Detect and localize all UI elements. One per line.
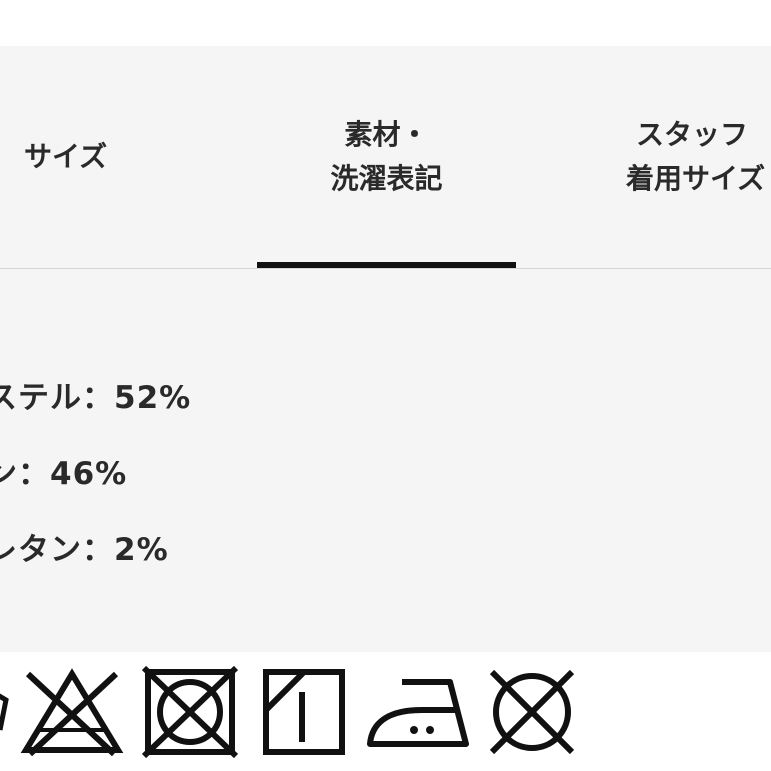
tab-staff-label-line1: スタッフ	[636, 118, 749, 151]
tab-staff-size[interactable]: スタッフ 着用サイズ	[608, 46, 771, 268]
tab-material-label-line1: 素材・	[344, 118, 429, 151]
material-item: ン：46%	[0, 456, 128, 492]
line-dry-icon	[258, 664, 350, 760]
care-icons-row	[0, 658, 771, 771]
material-item: ステル：52%	[0, 380, 192, 416]
tab-material-care[interactable]: 素材・ 洗濯表記	[257, 46, 516, 268]
tab-bar: サイズ 素材・ 洗濯表記 スタッフ 着用サイズ	[0, 46, 771, 269]
tab-size-label: サイズ	[24, 140, 108, 173]
tab-size[interactable]: サイズ	[0, 46, 140, 268]
material-item: レタン：2%	[0, 532, 169, 568]
tumble-dry-prohibited-icon	[140, 664, 240, 760]
care-icon-partial	[0, 680, 10, 740]
active-tab-indicator	[257, 262, 516, 268]
dry-clean-prohibited-icon	[482, 666, 582, 758]
tab-material-label-line2: 洗濯表記	[330, 162, 443, 195]
bleach-prohibited-icon	[18, 666, 126, 758]
product-info-panel: サイズ 素材・ 洗濯表記 スタッフ 着用サイズ ステル：52% ン：46% レタ…	[0, 46, 771, 652]
tab-staff-label-line2: 着用サイズ	[626, 162, 766, 195]
iron-low-temp-icon	[362, 666, 474, 758]
